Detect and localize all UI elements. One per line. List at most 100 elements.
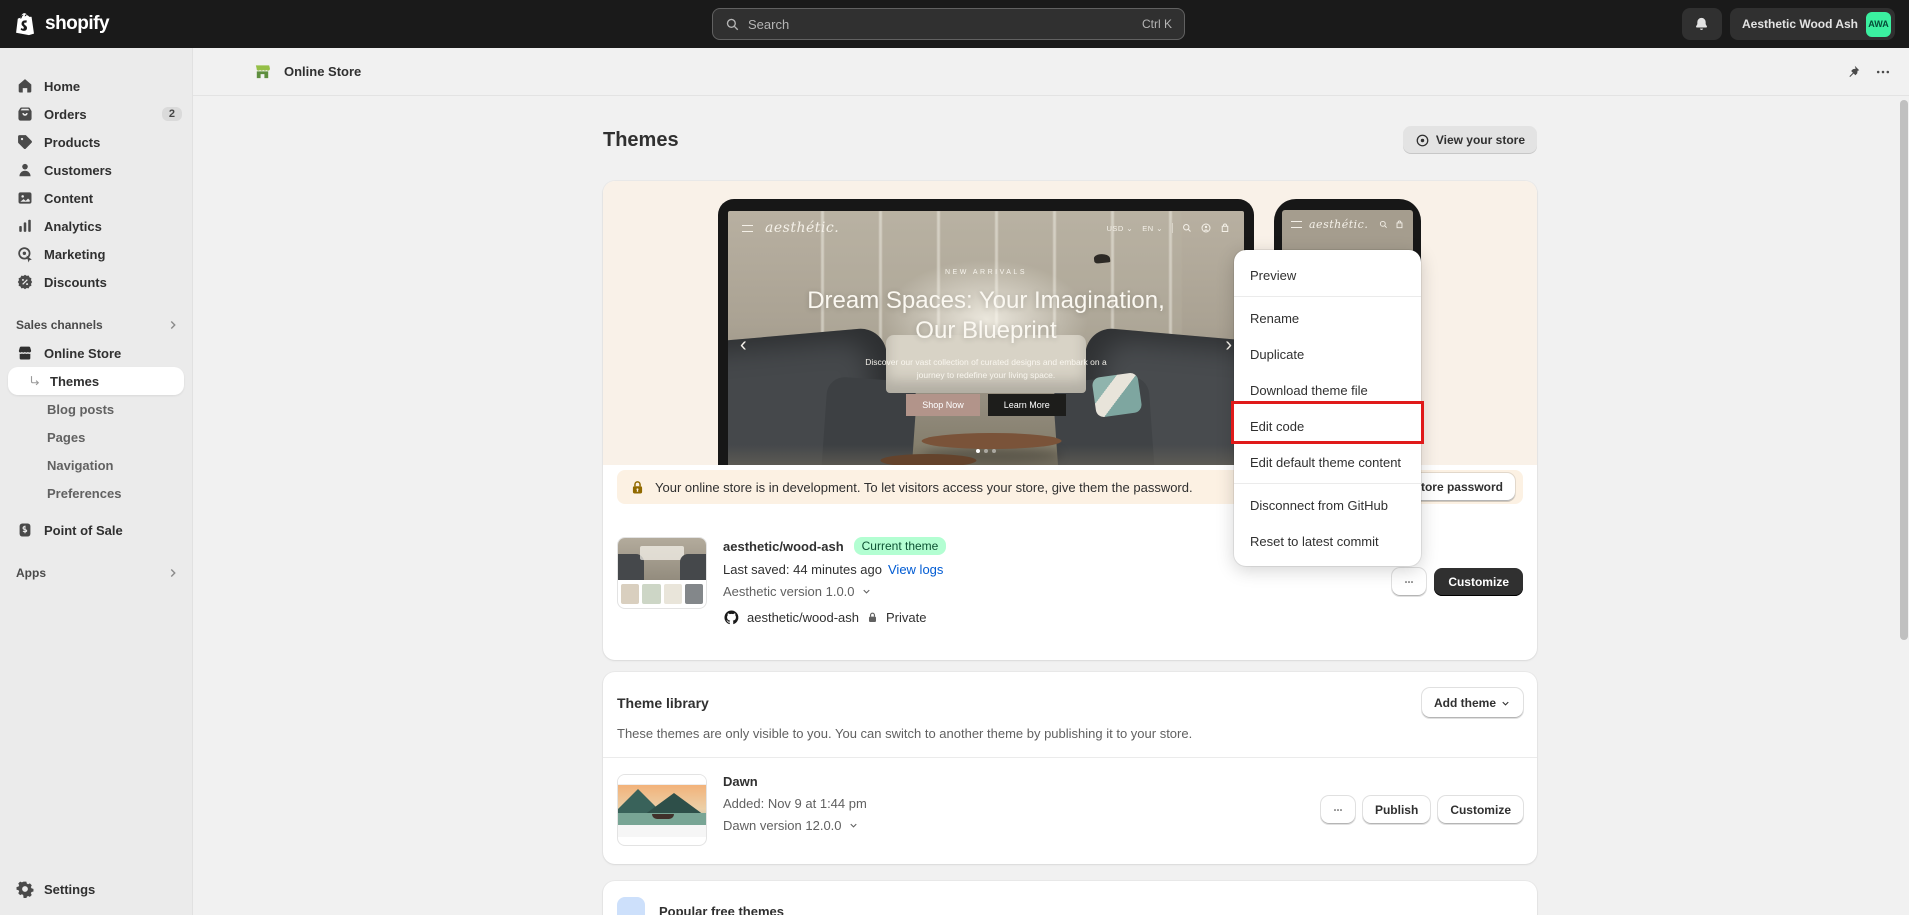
search-shortcut: Ctrl K	[1142, 17, 1172, 31]
sidebar-item-discounts[interactable]: Discounts	[0, 268, 192, 296]
github-icon	[723, 609, 740, 626]
avatar: AWA	[1866, 12, 1891, 37]
sidebar-item-orders[interactable]: Orders 2	[0, 100, 192, 128]
home-icon	[16, 77, 34, 95]
customize-button[interactable]: Customize	[1434, 568, 1523, 596]
more-options-icon[interactable]	[1875, 64, 1891, 80]
sidebar-item-blog-posts[interactable]: Blog posts	[0, 395, 192, 423]
menu-item-preview[interactable]: Preview	[1234, 257, 1421, 293]
pin-icon[interactable]	[1845, 64, 1861, 80]
sidebar-item-customers[interactable]: Customers	[0, 156, 192, 184]
chevron-down-icon	[1500, 698, 1511, 709]
last-saved-text: Last saved: 44 minutes ago	[723, 562, 882, 577]
sidebar-item-analytics[interactable]: Analytics	[0, 212, 192, 240]
menu-item-rename[interactable]: Rename	[1234, 300, 1421, 336]
shop-now-button: Shop Now	[906, 394, 980, 416]
dawn-version-text: Dawn version 12.0.0	[723, 818, 842, 833]
add-theme-button[interactable]: Add theme	[1422, 688, 1523, 718]
scrollbar-thumb[interactable]	[1900, 100, 1908, 640]
sidebar-section-sales-channels[interactable]: Sales channels	[0, 311, 192, 339]
discount-icon	[16, 273, 34, 291]
content-area: Themes View your store	[193, 96, 1909, 915]
shopify-logo[interactable]: shopify	[16, 12, 109, 36]
notifications-button[interactable]	[1682, 8, 1722, 40]
sidebar-item-point-of-sale[interactable]: Point of Sale	[0, 516, 192, 544]
sidebar-item-navigation[interactable]: Navigation	[0, 451, 192, 479]
gear-icon	[16, 880, 34, 898]
sidebar-section-apps[interactable]: Apps	[0, 559, 192, 587]
current-theme-actions-button[interactable]	[1392, 568, 1426, 596]
dawn-added-text: Added: Nov 9 at 1:44 pm	[723, 796, 867, 811]
popular-themes-title: Popular free themes	[659, 904, 784, 915]
sidebar-item-online-store[interactable]: Online Store	[0, 339, 192, 367]
person-icon	[16, 161, 34, 179]
breadcrumb: Online Store	[253, 62, 361, 81]
search-input[interactable]: Search Ctrl K	[712, 8, 1185, 40]
online-store-green-icon	[253, 62, 272, 81]
theme-library-description: These themes are only visible to you. Yo…	[617, 726, 1523, 741]
publish-button[interactable]: Publish	[1363, 796, 1430, 824]
learn-more-button: Learn More	[988, 394, 1066, 416]
sidebar-item-pages[interactable]: Pages	[0, 423, 192, 451]
sidebar-item-content[interactable]: Content	[0, 184, 192, 212]
dawn-actions-button[interactable]	[1321, 796, 1355, 824]
chevron-down-icon[interactable]	[848, 820, 859, 831]
desktop-preview: aesthétic. USD ⌄ EN ⌄	[718, 199, 1254, 465]
preview-site-logo: aesthétic.	[765, 220, 839, 236]
content-icon	[16, 189, 34, 207]
menu-item-disconnect-from-github[interactable]: Disconnect from GitHub	[1234, 487, 1421, 523]
tag-icon	[16, 133, 34, 151]
orders-icon	[16, 105, 34, 123]
language-selector: EN ⌄	[1142, 224, 1163, 233]
sidebar-item-preferences[interactable]: Preferences	[0, 479, 192, 507]
hamburger-icon	[1291, 221, 1302, 228]
shopify-admin: shopify Search Ctrl K Aesthetic Wood Ash…	[0, 0, 1909, 915]
store-menu-button[interactable]: Aesthetic Wood Ash AWA	[1730, 8, 1895, 40]
carousel-next-arrow: ›	[1225, 334, 1232, 357]
popular-free-themes-card: Popular free themes	[603, 881, 1537, 915]
storefront-icon	[16, 344, 34, 362]
theme-library-card: Theme library Add theme These themes are…	[603, 672, 1537, 864]
shopify-bag-icon	[16, 12, 38, 36]
hero-subtext: Discover our vast collection of curated …	[851, 356, 1121, 382]
sidebar-item-marketing[interactable]: Marketing	[0, 240, 192, 268]
store-name: Aesthetic Wood Ash	[1742, 17, 1858, 31]
view-your-store-button[interactable]: View your store	[1403, 126, 1537, 154]
lock-icon	[629, 479, 646, 496]
target-icon	[16, 245, 34, 263]
menu-item-edit-code[interactable]: Edit code	[1234, 408, 1421, 444]
carousel-dots	[976, 449, 996, 453]
sidebar-item-settings[interactable]: Settings	[0, 875, 192, 903]
page-header: Online Store	[193, 48, 1909, 96]
dawn-theme-row: Dawn Added: Nov 9 at 1:44 pm Dawn versio…	[617, 758, 1523, 846]
view-logs-link[interactable]: View logs	[888, 562, 943, 577]
menu-item-reset-to-latest-commit[interactable]: Reset to latest commit	[1234, 523, 1421, 559]
preview-hero: NEW ARRIVALS Dream Spaces: Your Imaginat…	[728, 269, 1244, 416]
search-placeholder: Search	[748, 17, 1134, 32]
carousel-prev-arrow: ‹	[740, 334, 747, 357]
theme-actions-menu: Preview Rename Duplicate Download theme …	[1234, 250, 1421, 566]
bar-chart-icon	[16, 217, 34, 235]
currency-selector: USD ⌄	[1106, 224, 1133, 233]
banner-text: Your online store is in development. To …	[655, 480, 1193, 495]
sidebar-item-themes[interactable]: Themes	[8, 367, 184, 395]
orders-count-badge: 2	[162, 107, 182, 121]
page-title: Themes	[603, 129, 679, 152]
bell-icon	[1693, 16, 1710, 33]
menu-item-edit-default-theme-content[interactable]: Edit default theme content	[1234, 444, 1421, 480]
breadcrumb-title: Online Store	[284, 64, 361, 79]
scrollbar[interactable]	[1899, 97, 1909, 915]
dawn-theme-name: Dawn	[723, 774, 867, 789]
sidebar-item-home[interactable]: Home	[0, 72, 192, 100]
chevron-down-icon[interactable]	[861, 586, 872, 597]
repo-name: aesthetic/wood-ash	[747, 610, 859, 625]
sidebar-item-products[interactable]: Products	[0, 128, 192, 156]
theme-library-title: Theme library	[617, 695, 709, 711]
chevron-right-icon	[166, 318, 180, 332]
menu-item-download-theme-file[interactable]: Download theme file	[1234, 372, 1421, 408]
menu-item-duplicate[interactable]: Duplicate	[1234, 336, 1421, 372]
preview-site-nav: aesthétic. USD ⌄ EN ⌄	[728, 211, 1244, 245]
preview-account-icon	[1201, 223, 1211, 233]
preview-cart-icon	[1220, 223, 1230, 233]
dawn-customize-button[interactable]: Customize	[1438, 796, 1523, 824]
